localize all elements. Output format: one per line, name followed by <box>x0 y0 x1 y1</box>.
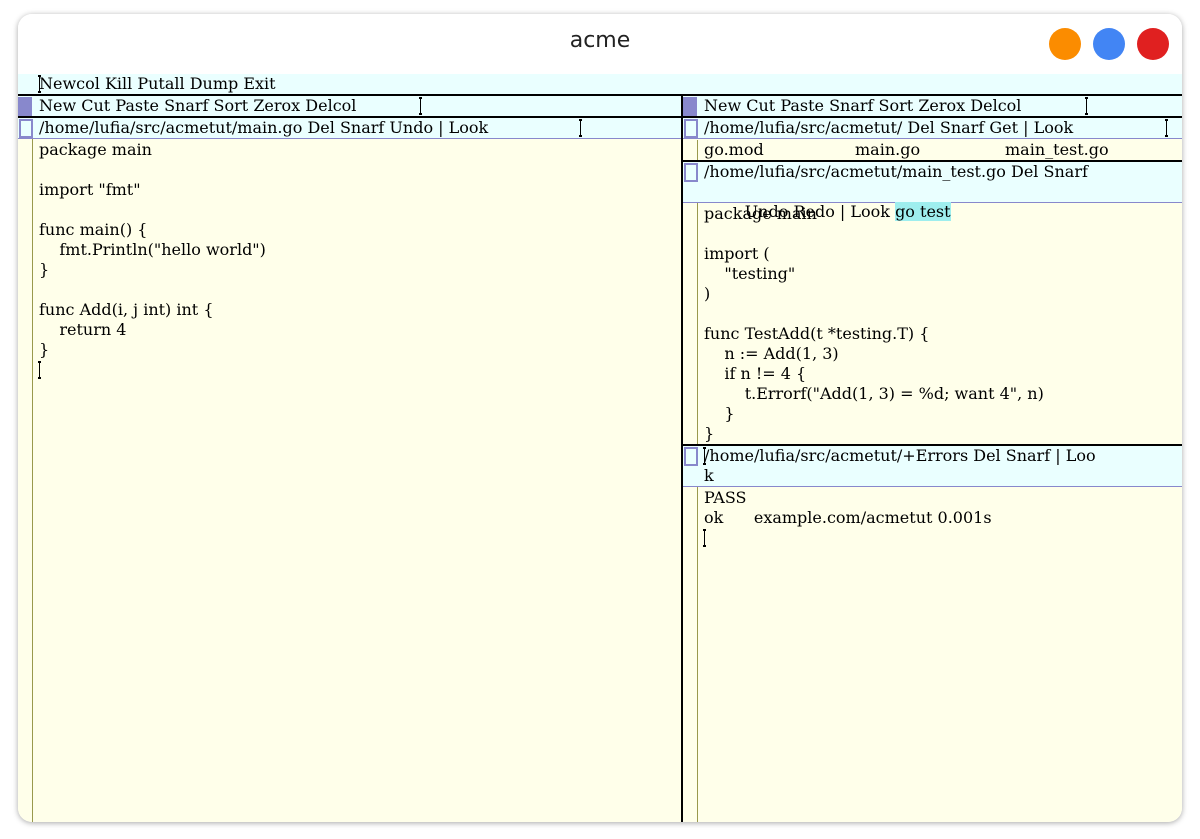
errors-body[interactable]: PASS ok example.com/acmetut 0.001s <box>704 488 992 528</box>
errors-tag[interactable]: /home/lufia/src/acmetut/+Errors Del Snar… <box>683 446 1182 487</box>
right-column-handle[interactable] <box>683 97 697 116</box>
test-tag-line1[interactable]: /home/lufia/src/acmetut/main_test.go Del… <box>704 162 1088 182</box>
tag-cursor <box>1165 119 1168 137</box>
errors-window-handle[interactable] <box>684 447 698 466</box>
right-column-tag-text[interactable]: New Cut Paste Snarf Sort Zerox Delcol <box>704 96 1021 116</box>
body-cursor <box>38 361 41 379</box>
left-column-tag[interactable]: New Cut Paste Snarf Sort Zerox Delcol <box>18 96 681 116</box>
tag-cursor <box>419 97 422 115</box>
body-cursor <box>703 529 706 547</box>
dir-tag[interactable]: /home/lufia/src/acmetut/ Del Snarf Get |… <box>683 118 1182 139</box>
test-body[interactable]: package main import ( "testing" ) func T… <box>704 204 1044 444</box>
acme-window: acme Newcol Kill Putall Dump Exit New Cu… <box>18 14 1182 822</box>
errors-tag-line2[interactable]: k <box>704 466 714 486</box>
main-tag[interactable]: Newcol Kill Putall Dump Exit <box>18 74 1182 94</box>
dir-tag-text[interactable]: /home/lufia/src/acmetut/ Del Snarf Get |… <box>704 118 1073 138</box>
right-column-tag[interactable]: New Cut Paste Snarf Sort Zerox Delcol <box>683 96 1182 116</box>
main-go-window-handle[interactable] <box>19 119 33 138</box>
tag-cursor <box>703 447 706 465</box>
errors-tag-line1[interactable]: /home/lufia/src/acmetut/+Errors Del Snar… <box>704 446 1096 466</box>
minimize-button[interactable] <box>1049 28 1081 60</box>
main-go-body[interactable]: package main import "fmt" func main() { … <box>39 140 266 360</box>
tag-cursor <box>1085 97 1088 115</box>
dir-window-handle[interactable] <box>684 119 698 138</box>
close-button[interactable] <box>1137 28 1169 60</box>
maximize-button[interactable] <box>1093 28 1125 60</box>
left-scrollbar[interactable] <box>32 137 33 822</box>
window-title: acme <box>569 28 631 53</box>
title-bar: acme <box>18 14 1182 74</box>
test-window-handle[interactable] <box>684 163 698 182</box>
text-cursor <box>38 75 41 93</box>
acme-workspace: Newcol Kill Putall Dump Exit New Cut Pas… <box>18 74 1182 822</box>
tag-cursor <box>579 119 582 137</box>
file-main-go[interactable]: main.go <box>855 140 920 160</box>
main-go-tag-text[interactable]: /home/lufia/src/acmetut/main.go Del Snar… <box>39 118 488 138</box>
main-tag-text[interactable]: Newcol Kill Putall Dump Exit <box>39 74 276 94</box>
left-column-handle[interactable] <box>18 97 32 116</box>
file-go-mod[interactable]: go.mod <box>704 140 764 160</box>
left-column-tag-text[interactable]: New Cut Paste Snarf Sort Zerox Delcol <box>39 96 356 116</box>
test-tag[interactable]: /home/lufia/src/acmetut/main_test.go Del… <box>683 162 1182 221</box>
file-main-test-go[interactable]: main_test.go <box>1005 140 1109 160</box>
